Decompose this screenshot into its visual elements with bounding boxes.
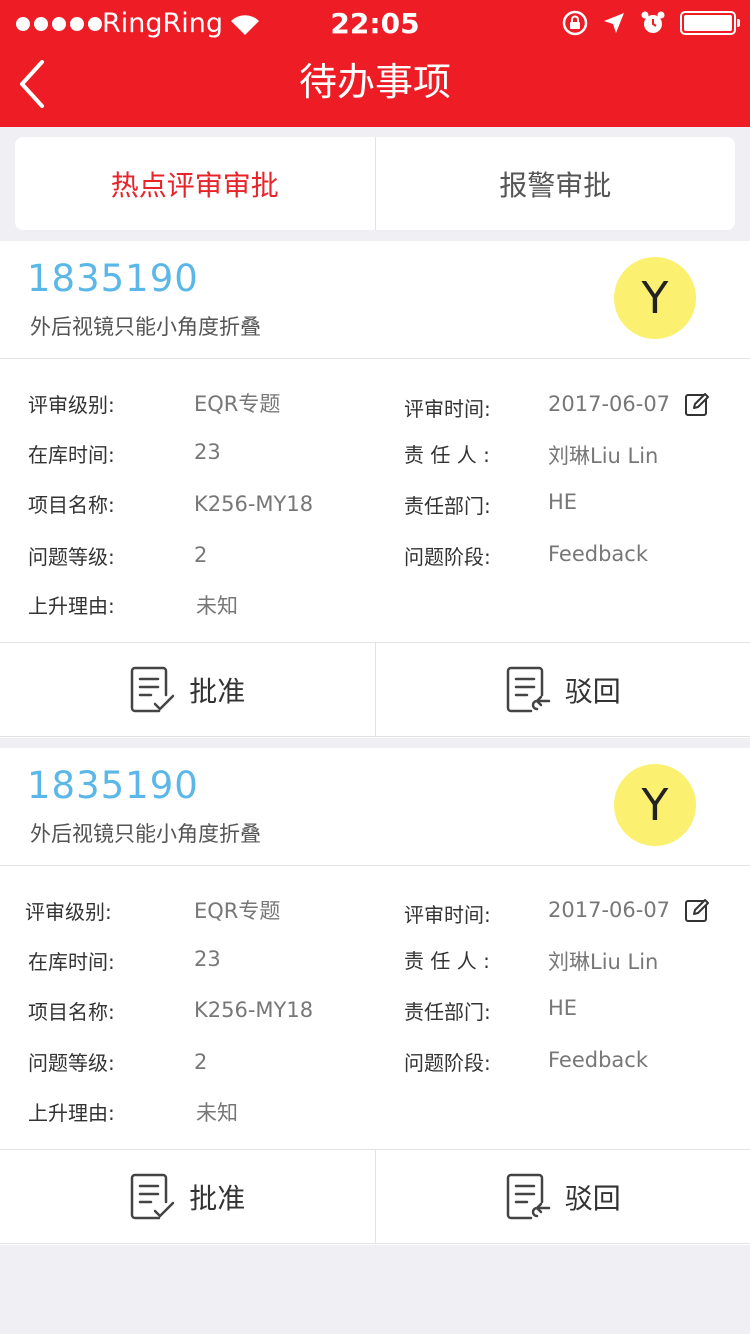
review-time-value: 2017-06-07 [548,898,671,922]
card-details: 评审级别: EQR专题 评审时间: 2017-06-07 在库时间: 23 责 … [0,748,750,1148]
issue-level-value: 2 [194,543,208,567]
location-arrow-icon [604,13,624,33]
review-level-value: EQR专题 [194,899,281,923]
reject-button[interactable]: 驳回 [376,1150,750,1243]
top-bar: RingRing 22:05 待办事项 [0,0,750,127]
reject-label: 驳回 [564,674,621,708]
reject-document-icon [506,666,550,712]
page-title: 待办事项 [298,60,451,104]
review-level-value: EQR专题 [194,392,281,416]
review-level-label: 评审级别: [25,900,112,924]
issue-stage-value: Feedback [548,1048,649,1072]
review-time-label: 评审时间: [404,397,491,421]
dept-value: HE [548,490,578,514]
reject-label: 驳回 [564,1181,621,1215]
card-details: 评审级别: EQR专题 评审时间: 2017-06-07 在库时间: 23 责 … [0,241,750,641]
tab-alarm-approval[interactable]: 报警审批 [376,137,736,230]
approve-button[interactable]: 批准 [0,643,375,736]
reject-document-icon [506,1173,550,1219]
owner-value: 刘琳Liu Lin [548,950,659,974]
owner-value: 刘琳Liu Lin [548,444,659,468]
status-icons [562,10,740,36]
issue-stage-value: Feedback [548,542,649,566]
approval-card: 1835190 外后视镜只能小角度折叠 Y 评审级别: EQR专题 评审时间: … [0,748,750,1245]
tab-hotspot-review[interactable]: 热点评审审批 [15,137,375,230]
segment-tabs: 热点评审审批 报警审批 [15,137,735,230]
edit-icon[interactable] [684,391,710,417]
escalation-reason-label: 上升理由: [28,594,115,618]
card-actions: 批准 驳回 [0,1149,750,1244]
stock-time-value: 23 [194,947,221,971]
issue-stage-label: 问题阶段: [404,1051,491,1075]
issue-level-label: 问题等级: [28,545,115,569]
escalation-reason-label: 上升理由: [28,1101,115,1125]
approve-document-icon [130,666,175,712]
issue-stage-label: 问题阶段: [404,545,491,569]
review-time-label: 评审时间: [404,903,491,927]
owner-label: 责 任 人 : [404,949,490,973]
card-actions: 批准 驳回 [0,642,750,737]
dept-value: HE [548,996,578,1020]
issue-level-value: 2 [194,1050,208,1074]
project-name-value: K256-MY18 [194,998,314,1022]
edit-icon[interactable] [684,897,710,923]
approve-label: 批准 [189,674,246,708]
approve-document-icon [130,1173,175,1219]
stock-time-label: 在库时间: [28,950,115,974]
approve-button[interactable]: 批准 [0,1150,375,1243]
review-time-value: 2017-06-07 [548,392,671,416]
rotation-lock-icon [562,10,588,36]
dept-label: 责任部门: [404,1000,491,1024]
review-level-label: 评审级别: [28,393,115,417]
dept-label: 责任部门: [404,494,491,518]
stock-time-value: 23 [194,440,221,464]
owner-label: 责 任 人 : [404,443,490,467]
alarm-clock-icon [641,11,665,33]
status-bar: RingRing 22:05 [0,0,750,48]
project-name-value: K256-MY18 [194,492,314,516]
issue-level-label: 问题等级: [28,1051,115,1075]
stock-time-label: 在库时间: [28,443,115,467]
approve-label: 批准 [189,1181,246,1215]
battery-icon [680,11,740,35]
reject-button[interactable]: 驳回 [376,643,750,736]
project-name-label: 项目名称: [28,1000,115,1024]
escalation-reason-value: 未知 [196,1101,238,1125]
escalation-reason-value: 未知 [196,594,238,618]
approval-card: 1835190 外后视镜只能小角度折叠 Y 评审级别: EQR专题 评审时间: … [0,241,750,738]
project-name-label: 项目名称: [28,493,115,517]
